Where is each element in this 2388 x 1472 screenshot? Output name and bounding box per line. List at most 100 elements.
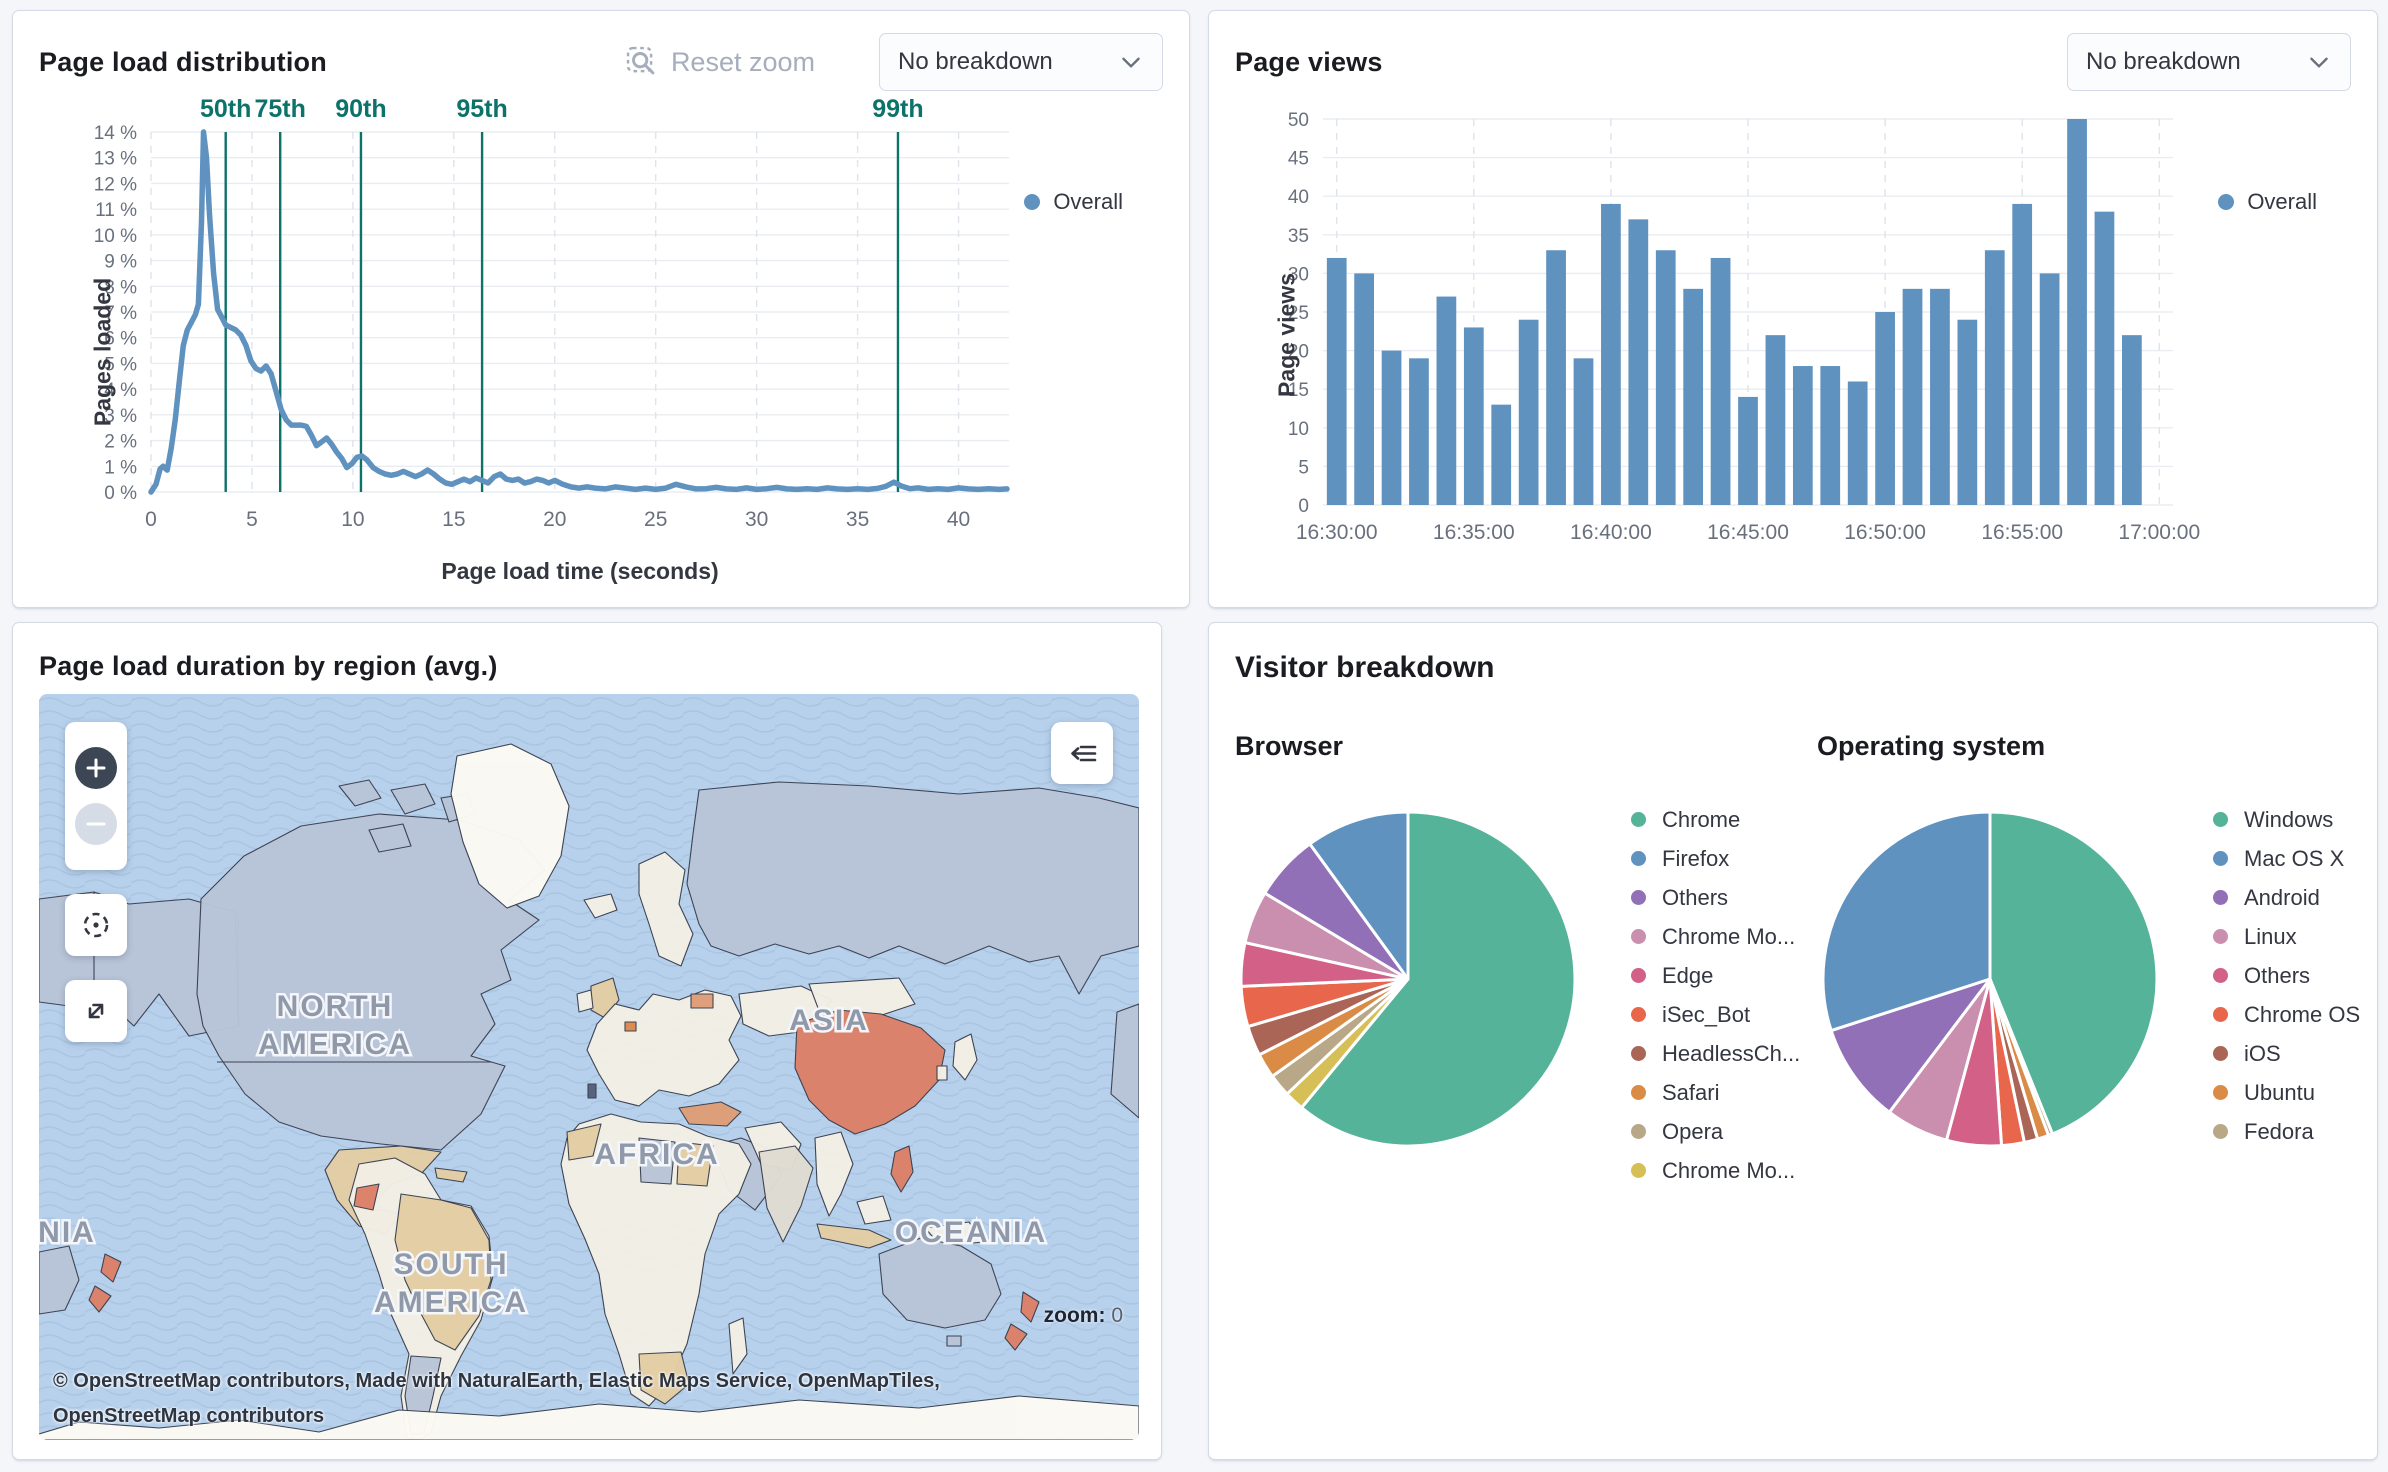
svg-text:16:45:00: 16:45:00: [1707, 521, 1789, 544]
fit-to-data-button[interactable]: [65, 980, 127, 1042]
legend-item[interactable]: Android: [2213, 878, 2360, 917]
svg-text:9 %: 9 %: [104, 252, 137, 273]
legend-item[interactable]: Chrome OS: [2213, 995, 2360, 1034]
svg-text:13 %: 13 %: [94, 149, 137, 170]
legend-label: iOS: [2244, 1041, 2281, 1067]
y-axis-title: Page views: [1274, 272, 1301, 396]
legend-label: Firefox: [1662, 846, 1729, 872]
svg-text:50: 50: [1288, 110, 1309, 131]
legend-label: Overall: [1053, 189, 1123, 215]
zoom-out-button[interactable]: [75, 803, 117, 845]
legend-label: Chrome Mo...: [1662, 924, 1795, 950]
legend-swatch: [1631, 812, 1646, 827]
legend-item[interactable]: Firefox: [1631, 839, 1800, 878]
legend-item[interactable]: Chrome Mo...: [1631, 1151, 1800, 1190]
map-label-africa: AFRICA: [594, 1138, 719, 1171]
svg-text:10 %: 10 %: [94, 226, 137, 247]
set-view-button[interactable]: [65, 894, 127, 956]
legend-item[interactable]: Chrome: [1631, 800, 1800, 839]
legend-swatch: [2213, 1046, 2228, 1061]
legend-item[interactable]: Chrome Mo...: [1631, 917, 1800, 956]
legend-item[interactable]: Mac OS X: [2213, 839, 2360, 878]
map-canvas[interactable]: NORTH AMERICA SOUTH AMERICA AFRICA ASIA …: [39, 694, 1139, 1440]
legend-item[interactable]: HeadlessCh...: [1631, 1034, 1800, 1073]
legend-label: Opera: [1662, 1119, 1723, 1145]
browser-pie-chart[interactable]: [1235, 806, 1581, 1152]
reset-zoom-button[interactable]: Reset zoom: [619, 44, 821, 80]
legend-label: HeadlessCh...: [1662, 1041, 1800, 1067]
map-label-america2: AMERICA: [374, 1286, 528, 1319]
zoom-in-button[interactable]: [75, 747, 117, 789]
legend-item[interactable]: iSec_Bot: [1631, 995, 1800, 1034]
map-zoom-readout: zoom: 0: [1044, 1304, 1123, 1328]
breakdown-select[interactable]: No breakdown: [2067, 33, 2351, 91]
svg-text:17:00:00: 17:00:00: [2118, 521, 2200, 544]
os-pie-legend: Windows Mac OS XAndroidLinux Others Chrome …: [2213, 800, 2360, 1151]
legend-swatch: [1631, 1007, 1646, 1022]
svg-text:40: 40: [947, 508, 970, 531]
magnifier-inspect-icon: [625, 45, 659, 79]
breakdown-select[interactable]: No breakdown: [879, 33, 1163, 91]
reset-zoom-label: Reset zoom: [671, 47, 815, 78]
os-breakdown: Operating system WindowsMac OS XAndroidL…: [1817, 731, 2360, 1152]
svg-text:16:30:00: 16:30:00: [1296, 521, 1378, 544]
collapse-left-icon: [1065, 736, 1099, 770]
svg-text:0: 0: [1298, 496, 1309, 517]
svg-text:35: 35: [846, 508, 869, 531]
legend-label: Safari: [1662, 1080, 1719, 1106]
svg-text:95th: 95th: [456, 97, 507, 123]
svg-text:16:35:00: 16:35:00: [1433, 521, 1515, 544]
svg-text:10: 10: [1288, 419, 1309, 440]
country-portugal: [588, 1084, 596, 1098]
svg-text:2 %: 2 %: [104, 432, 137, 453]
legend-swatch: [2213, 1124, 2228, 1139]
page-title: Page load duration by region (avg.): [39, 651, 1135, 682]
world-map[interactable]: NORTH AMERICA SOUTH AMERICA AFRICA ASIA …: [39, 694, 1139, 1440]
browser-breakdown: Browser ChromeFirefoxOthersChrome Mo...E…: [1235, 731, 1800, 1190]
legend-item[interactable]: Windows: [2213, 800, 2360, 839]
chart-legend[interactable]: Overall: [2218, 189, 2317, 215]
svg-text:50th: 50th: [200, 97, 251, 123]
country-netherlands: [625, 1022, 636, 1031]
line-chart-canvas[interactable]: 0 %1 %2 %3 %4 %5 %6 %7 %8 %9 %10 %11 %12…: [39, 97, 1165, 602]
breakdown-select-value: No breakdown: [898, 48, 1053, 76]
minus-icon: [85, 813, 107, 835]
legend-item[interactable]: Safari: [1631, 1073, 1800, 1112]
chevron-down-icon: [1118, 49, 1144, 75]
legend-label: Others: [2244, 963, 2310, 989]
legend-item[interactable]: Ubuntu: [2213, 1073, 2360, 1112]
collapse-legend-button[interactable]: [1051, 722, 1113, 784]
legend-item[interactable]: Opera: [1631, 1112, 1800, 1151]
legend-swatch: [2218, 194, 2234, 210]
svg-text:45: 45: [1288, 149, 1309, 170]
legend-swatch: [1024, 194, 1040, 210]
legend-item[interactable]: Edge: [1631, 956, 1800, 995]
map-label-north: NORTH: [277, 990, 394, 1023]
legend-swatch: [1631, 890, 1646, 905]
plus-icon: [85, 757, 107, 779]
legend-swatch: [2213, 1085, 2228, 1100]
page-title: Visitor breakdown: [1235, 651, 2351, 685]
legend-item[interactable]: Fedora: [2213, 1112, 2360, 1151]
os-pie-chart[interactable]: [1817, 806, 2163, 1152]
map-label-oceania: OCEANIA: [895, 1216, 1047, 1249]
legend-item[interactable]: Others: [1631, 878, 1800, 917]
load-dist-chart: Pages loaded 0 %1 %2 %3 %4 %5 %6 %7 %8 %…: [39, 97, 1163, 607]
svg-text:35: 35: [1288, 226, 1309, 247]
legend-swatch: [1631, 929, 1646, 944]
legend-label: Chrome: [1662, 807, 1740, 833]
svg-text:11 %: 11 %: [95, 200, 137, 221]
legend-label: Windows: [2244, 807, 2333, 833]
bar-chart-canvas[interactable]: 0510152025303540455016:30:0016:35:0016:4…: [1235, 97, 2353, 567]
legend-item[interactable]: Others: [2213, 956, 2360, 995]
legend-item[interactable]: iOS: [2213, 1034, 2360, 1073]
legend-swatch: [1631, 1124, 1646, 1139]
chart-legend[interactable]: Overall: [1024, 189, 1123, 215]
legend-item[interactable]: Linux: [2213, 917, 2360, 956]
map-label-nia: NIA: [39, 1216, 96, 1249]
map-attribution: © OpenStreetMap contributors, Made with …: [53, 1364, 1013, 1434]
legend-swatch: [2213, 1007, 2228, 1022]
svg-text:90th: 90th: [335, 97, 386, 123]
legend-swatch: [1631, 851, 1646, 866]
country-belarus: [691, 994, 713, 1008]
